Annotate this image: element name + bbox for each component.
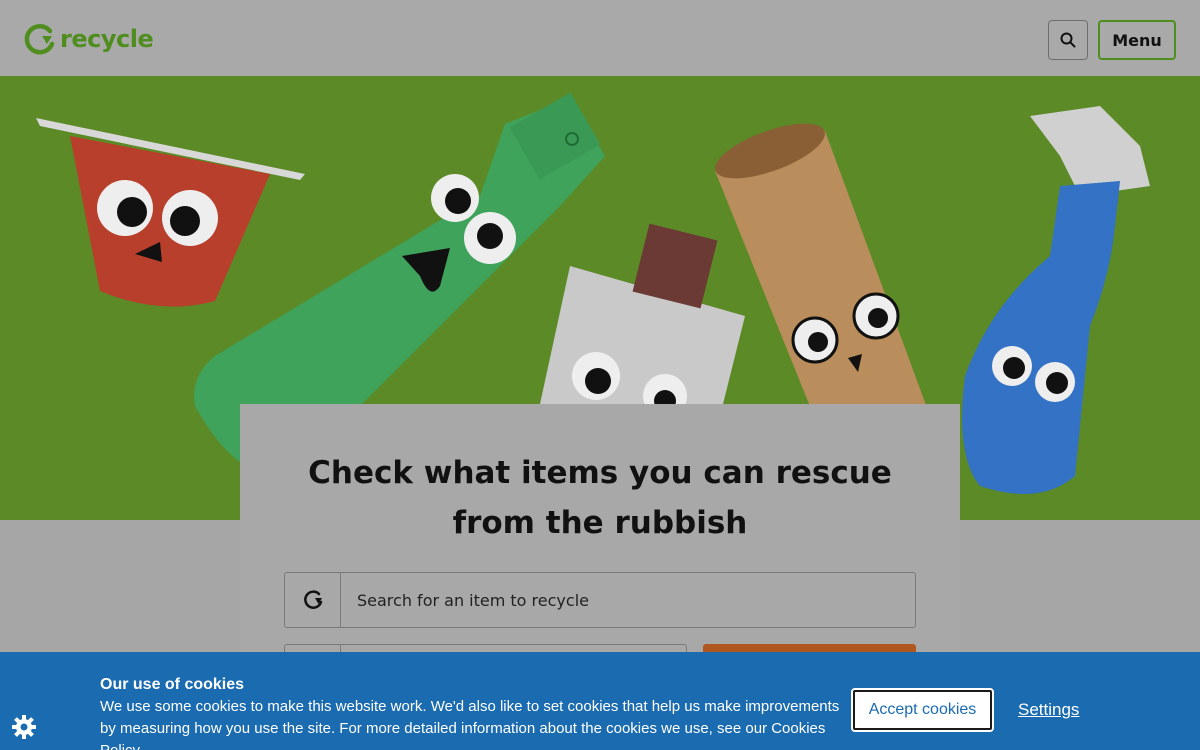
accept-cookies-button[interactable]: Accept cookies: [851, 688, 994, 732]
item-search-field[interactable]: [284, 572, 916, 628]
cookie-settings-link[interactable]: Settings: [1018, 700, 1079, 720]
item-search-prefix: [285, 573, 341, 627]
search-icon: [1060, 32, 1076, 48]
spray-bottle-character: [962, 106, 1150, 494]
cookie-title: Our use of cookies: [100, 676, 245, 693]
gear-icon[interactable]: [11, 714, 37, 740]
recycle-logo-icon: [24, 23, 55, 55]
site-header: recycle Menu: [0, 0, 1200, 76]
cookie-banner: Our use of cookies We use some cookies t…: [0, 652, 1200, 750]
page-title: Check what items you can rescue from the…: [308, 455, 892, 541]
cookie-text: We use some cookies to make this website…: [100, 698, 840, 750]
logo-text: recycle: [60, 25, 154, 53]
menu-button[interactable]: Menu: [1098, 20, 1176, 60]
yogurt-pot-character: [36, 118, 305, 307]
recycle-icon: [303, 590, 322, 609]
recycle-logo[interactable]: recycle: [22, 22, 154, 56]
item-search-input[interactable]: [341, 573, 915, 627]
search-button[interactable]: [1048, 20, 1088, 60]
